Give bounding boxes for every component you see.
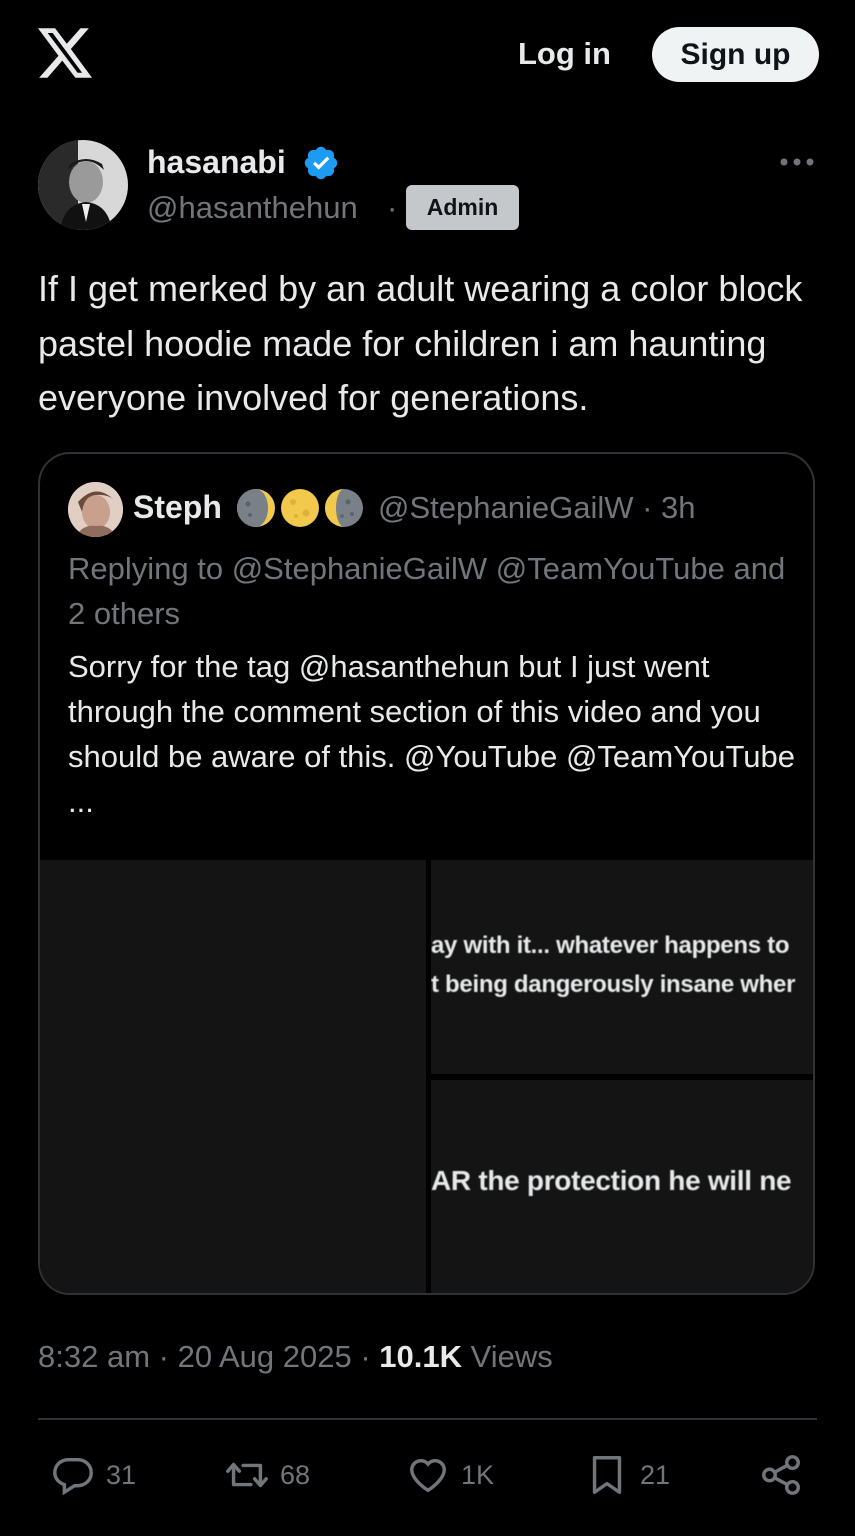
author-avatar[interactable] <box>38 140 128 230</box>
author-handle[interactable]: @hasanthehun <box>147 188 358 228</box>
separator-dot: · <box>158 1339 169 1374</box>
media-image[interactable] <box>40 860 426 1293</box>
moon-phase-icon <box>325 489 363 527</box>
views-count: 10.1K <box>379 1339 463 1374</box>
heart-icon <box>409 1459 447 1493</box>
share-button[interactable] <box>758 1450 804 1500</box>
bookmark-icon <box>592 1456 622 1494</box>
reply-button[interactable]: 31 <box>50 1450 136 1500</box>
quoted-tweet[interactable]: Steph @StephanieGailW · 3h Replying to @… <box>38 452 815 1295</box>
more-options-icon[interactable] <box>778 150 816 174</box>
media-caption-line: AR the protection he will ne <box>431 1165 792 1196</box>
moon-phase-icon <box>237 489 275 527</box>
share-icon <box>762 1455 800 1495</box>
full-moon-icon <box>281 489 319 527</box>
repost-count: 68 <box>280 1459 311 1490</box>
media-image[interactable]: ay with it... whatever happens to t bein… <box>431 860 813 1074</box>
bookmark-count: 21 <box>640 1459 671 1490</box>
repost-button[interactable]: 68 <box>224 1450 310 1500</box>
quoted-author-handle-time: @StephanieGailW · 3h <box>378 490 696 525</box>
divider <box>38 1418 817 1420</box>
admin-badge: Admin <box>406 185 519 230</box>
login-button[interactable]: Log in <box>518 34 611 74</box>
signup-button[interactable]: Sign up <box>652 27 819 82</box>
verified-badge-icon <box>304 146 338 180</box>
reply-count: 31 <box>106 1459 137 1490</box>
quoted-author-name: Steph <box>133 489 222 525</box>
moon-emoji-icons <box>237 489 363 527</box>
tweet-time[interactable]: 8:32 am <box>38 1339 150 1374</box>
media-image[interactable]: AR the protection he will ne <box>431 1080 813 1293</box>
media-caption-line: t being dangerously insane wher <box>431 971 796 998</box>
separator-dot: · <box>360 1339 371 1374</box>
author-name[interactable]: hasanabi <box>147 142 286 182</box>
repost-icon <box>226 1462 268 1488</box>
tweet-meta: 8:32 am · 20 Aug 2025 · 10.1K Views <box>38 1336 553 1378</box>
reply-icon <box>53 1457 93 1496</box>
tweet-date[interactable]: 20 Aug 2025 <box>178 1339 352 1374</box>
quoted-tweet-text: Sorry for the tag @hasanthehun but I jus… <box>68 649 796 819</box>
like-count: 1K <box>461 1459 495 1490</box>
quoted-author-avatar <box>68 482 123 537</box>
x-logo-icon[interactable] <box>38 28 92 78</box>
quoted-media-grid: ay with it... whatever happens to t bein… <box>40 860 813 1293</box>
bookmark-button[interactable]: 21 <box>584 1450 670 1500</box>
tweet-text: If I get merked by an adult wearing a co… <box>38 268 803 418</box>
media-caption-line: ay with it... whatever happens to <box>431 932 790 959</box>
separator-dot: · <box>387 190 398 225</box>
like-button[interactable]: 1K <box>405 1450 494 1500</box>
replying-to: Replying to @StephanieGailW @TeamYouTube… <box>68 551 786 631</box>
views-label: Views <box>470 1339 553 1374</box>
